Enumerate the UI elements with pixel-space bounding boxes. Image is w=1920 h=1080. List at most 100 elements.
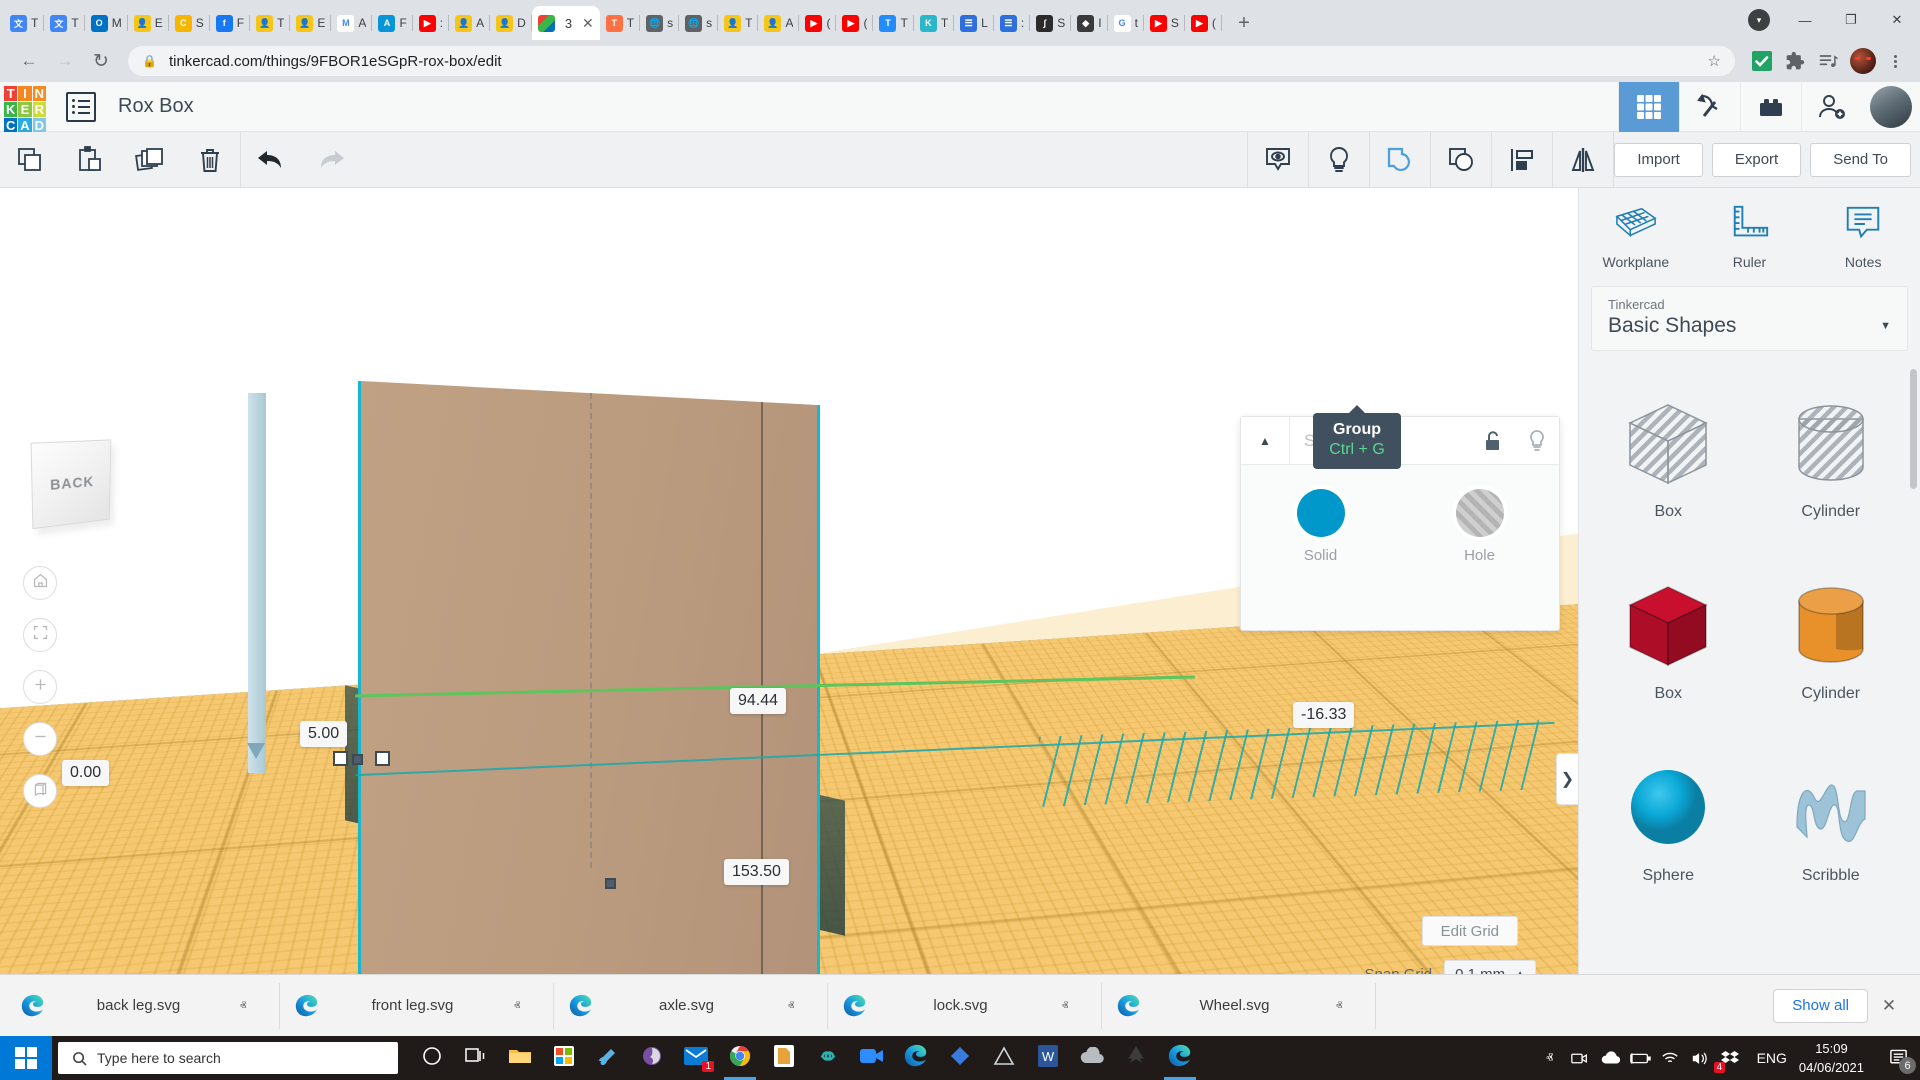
browser-tab[interactable]: ▶( [1185,6,1222,40]
download-item[interactable]: back leg.svgⱏ [10,983,280,1029]
chevron-up-icon[interactable]: ⱏ [221,998,265,1014]
export-button[interactable]: Export [1712,143,1801,177]
shape-cylinder-orange[interactable]: Cylinder [1750,549,1913,727]
browser-tab[interactable]: 👤E [128,6,169,40]
firefox-button[interactable] [630,1036,674,1080]
import-button[interactable]: Import [1614,143,1703,177]
codeblocks-pick-icon[interactable] [1679,82,1740,132]
tinkercad-logo[interactable]: TINKERCAD [4,86,46,128]
chevron-up-icon[interactable]: ⱏ [495,998,539,1014]
3d-viewport[interactable]: 5.00 0.00 94.44 -16.33 153.50 BACK ▲ Sha… [0,188,1578,1008]
workplane-tool[interactable]: Workplane [1579,188,1693,284]
solid-swatch[interactable]: Solid [1297,489,1345,564]
ortho-perspective-button[interactable] [23,774,57,808]
download-item[interactable]: axle.svgⱏ [558,983,828,1029]
shape-box-red[interactable]: Box [1587,549,1750,727]
project-list-button[interactable] [66,92,96,122]
wifi-icon[interactable] [1655,1036,1685,1080]
grid-view-icon[interactable] [1618,82,1679,132]
browser-tab[interactable]: AF [372,6,412,40]
shape-box-hole[interactable]: Box [1587,367,1750,545]
duplicate-button[interactable] [120,132,180,188]
star-icon[interactable]: ☆ [1708,52,1721,70]
back-icon[interactable]: ← [12,44,46,78]
chevron-up-icon[interactable]: ⱏ [769,998,813,1014]
onedrive-cloud-icon[interactable] [1595,1036,1625,1080]
browser-tab[interactable]: MA [331,6,372,40]
profile-avatar[interactable] [1850,48,1876,74]
view-cube[interactable]: BACK [31,439,112,529]
active-tab[interactable]: 3 ✕ [532,6,600,40]
show-all-downloads-button[interactable]: Show all [1773,989,1868,1023]
screen-record-icon[interactable] [1565,1036,1595,1080]
forward-icon[interactable]: → [48,44,82,78]
library-picker[interactable]: Tinkercad Basic Shapes ▼ [1591,286,1908,351]
browser-tab[interactable]: 🌐s [679,6,718,40]
ruler-tool[interactable]: Ruler [1693,188,1807,284]
zoom-button[interactable] [850,1036,894,1080]
shape-cylinder-hole[interactable]: Cylinder [1750,367,1913,545]
chrome-button[interactable] [718,1036,762,1080]
browser-tab[interactable]: ▶( [799,6,836,40]
battery-icon[interactable] [1625,1036,1655,1080]
close-icon[interactable]: ✕ [582,16,594,30]
notification-icon[interactable]: 6 [1876,1036,1920,1080]
microsoft-store-button[interactable] [542,1036,586,1080]
new-tab-button[interactable]: + [1230,9,1258,37]
reload-icon[interactable]: ↻ [84,44,118,78]
browser-tab[interactable]: ▶: [413,6,449,40]
zoom-in-button[interactable] [23,670,57,704]
cura-button[interactable] [982,1036,1026,1080]
search-input[interactable]: Type here to search [58,1042,398,1074]
clock[interactable]: 15:09 04/06/2021 [1799,1039,1876,1078]
browser-tab[interactable]: CS [169,6,210,40]
task-view-button[interactable] [410,1036,454,1080]
mirror-icon[interactable] [1552,132,1613,188]
edge-active-button[interactable] [1158,1036,1202,1080]
invite-person-icon[interactable] [1801,82,1862,132]
light-bulb-icon[interactable] [1308,132,1369,188]
file-explorer-button[interactable] [498,1036,542,1080]
playlist-icon[interactable] [1814,47,1842,75]
browser-tab[interactable]: ▶S [1144,6,1185,40]
unlocked-padlock-icon[interactable] [1471,430,1515,452]
notes-tool[interactable]: Notes [1806,188,1920,284]
browser-tab[interactable]: TT [600,6,640,40]
browser-tab[interactable]: fF [210,6,250,40]
resize-handle[interactable] [605,878,616,889]
edit-grid-button[interactable]: Edit Grid [1422,916,1518,946]
browser-tab[interactable]: 👤E [290,6,331,40]
power-bi-button[interactable] [938,1036,982,1080]
close-downloads-icon[interactable]: ✕ [1868,996,1910,1016]
browser-tab[interactable]: ▶( [836,6,873,40]
redo-button[interactable] [301,132,361,188]
send-to-button[interactable]: Send To [1810,143,1911,177]
word-button[interactable]: W [1026,1036,1070,1080]
browser-tab[interactable]: ☰: [994,6,1030,40]
close-window-button[interactable]: ✕ [1874,0,1920,40]
group-icon[interactable] [1369,132,1430,188]
browser-tab[interactable]: OM [85,6,128,40]
download-item[interactable]: Wheel.svgⱏ [1106,983,1376,1029]
paste-button[interactable] [60,132,120,188]
tray-overflow-icon[interactable]: ⱏ [1535,1036,1565,1080]
infinity-button[interactable] [806,1036,850,1080]
blocks-icon[interactable] [1740,82,1801,132]
home-view-button[interactable] [23,566,57,600]
browser-tab[interactable]: 🌐s [640,6,679,40]
mail-button[interactable]: 1 [674,1036,718,1080]
resize-handle[interactable] [375,751,390,766]
browser-tab[interactable]: ◆I [1071,6,1107,40]
hide-show-icon[interactable] [1247,132,1308,188]
align-icon[interactable] [1491,132,1552,188]
inkscape-button[interactable] [1114,1036,1158,1080]
hole-swatch[interactable]: Hole [1456,489,1504,564]
browser-tab[interactable]: 👤D [490,6,532,40]
edge-button[interactable] [894,1036,938,1080]
dropbox-icon[interactable]: 4 [1715,1036,1745,1080]
expand-panel-chevron-icon[interactable]: ❯ [1556,753,1578,805]
volume-icon[interactable] [1685,1036,1715,1080]
download-item[interactable]: front leg.svgⱏ [284,983,554,1029]
shape-sphere-blue[interactable]: Sphere [1587,731,1750,909]
resize-handle[interactable] [333,751,348,766]
